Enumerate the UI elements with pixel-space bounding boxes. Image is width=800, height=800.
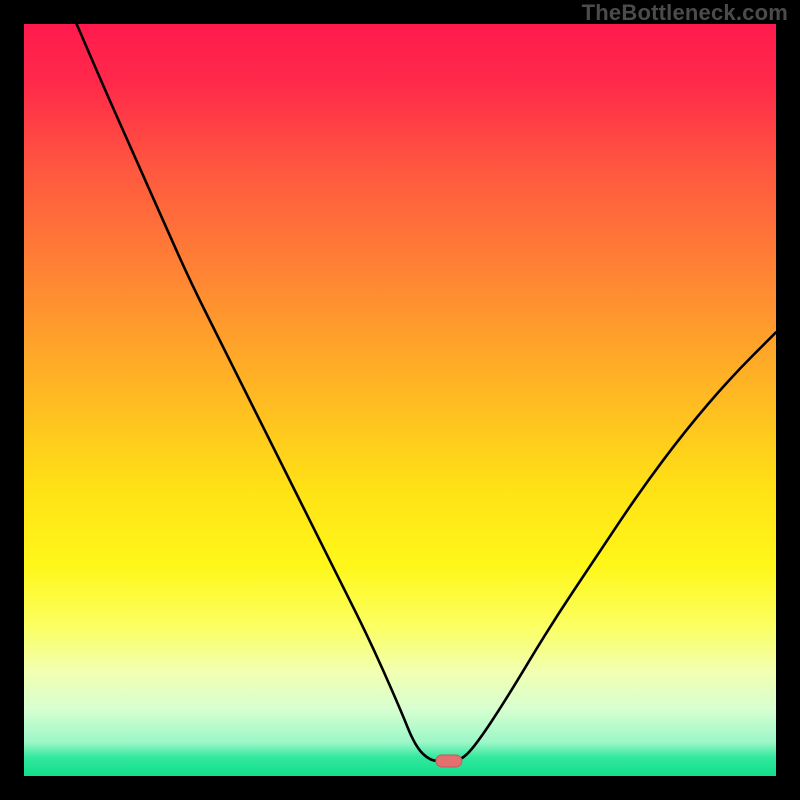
watermark-label: TheBottleneck.com [582, 0, 788, 26]
chart-container: TheBottleneck.com [0, 0, 800, 800]
optimal-marker [436, 755, 462, 767]
bottleneck-chart [24, 24, 776, 776]
gradient-background [24, 24, 776, 776]
plot-area [24, 24, 776, 776]
